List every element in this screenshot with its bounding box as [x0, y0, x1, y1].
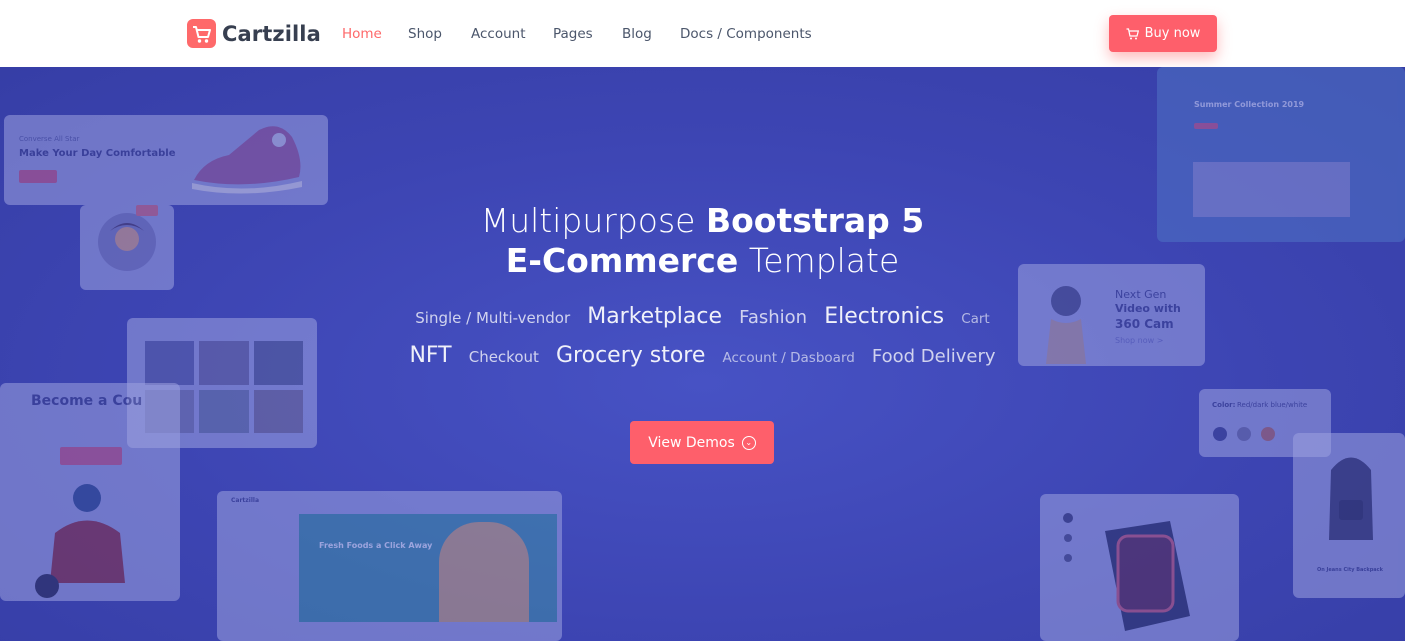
- brand-name: Cartzilla: [222, 21, 321, 46]
- nav-account[interactable]: Account: [471, 26, 526, 42]
- backpack-image: [1329, 457, 1373, 540]
- courier-title: Become a Cou: [31, 393, 143, 409]
- backpack-name: On Jeans City Backpack: [1317, 567, 1383, 573]
- buy-now-label: Buy now: [1144, 26, 1201, 41]
- brand-logo[interactable]: Cartzilla: [187, 19, 321, 48]
- tag-grocery-store[interactable]: Grocery store: [556, 343, 705, 368]
- grocery-mini-logo: Cartzilla: [231, 497, 259, 504]
- tag-account-dashboard[interactable]: Account / Dasboard: [723, 350, 855, 366]
- tag-electronics[interactable]: Electronics: [824, 304, 944, 329]
- color-label: Color:: [1212, 401, 1236, 409]
- courier-image: [35, 484, 125, 598]
- view-demos-label: View Demos: [648, 434, 735, 451]
- cart-logo-icon: [187, 19, 216, 48]
- view-demos-button[interactable]: View Demos ⌄: [630, 421, 774, 464]
- summer-title: Summer Collection 2019: [1194, 100, 1305, 109]
- grocery-headline: Fresh Foods a Click Away: [319, 541, 433, 550]
- preview-card-grocery: Cartzilla Fresh Foods a Click Away: [217, 491, 562, 641]
- nav-shop[interactable]: Shop: [408, 26, 442, 42]
- preview-card-shoes: Converse All Star Make Your Day Comforta…: [4, 115, 328, 205]
- nav-pages[interactable]: Pages: [553, 26, 593, 42]
- title-line1-light: Multipurpose: [480, 201, 706, 240]
- tag-food-delivery[interactable]: Food Delivery: [872, 346, 996, 367]
- title-line1-bold: Bootstrap 5: [705, 201, 925, 240]
- nav-home[interactable]: Home: [342, 26, 382, 42]
- comfort-title: Make Your Day Comfortable: [19, 148, 176, 159]
- hero-title-line-1: Multipurpose Bootstrap 5: [0, 201, 1405, 241]
- tag-single-multi-vendor[interactable]: Single / Multi-vendor: [415, 309, 570, 327]
- preview-card-courier: Become a Cou: [0, 383, 180, 601]
- preview-card-backpack: On Jeans City Backpack: [1293, 433, 1405, 598]
- swatch-2: [1237, 427, 1251, 441]
- nav-blog[interactable]: Blog: [622, 26, 652, 42]
- smartwatch-image: [1063, 513, 1190, 631]
- summer-button: [1194, 123, 1218, 129]
- color-value: Red/dark blue/white: [1237, 401, 1308, 409]
- title-line2-bold: E-Commerce: [505, 241, 739, 280]
- demo-tags-row-2: NFT Checkout Grocery store Account / Das…: [0, 343, 1405, 368]
- preview-card-watch: [1040, 494, 1239, 641]
- tag-nft[interactable]: NFT: [409, 343, 451, 368]
- cart-icon: [1126, 27, 1139, 39]
- courier-button: [60, 447, 122, 465]
- swatch-3: [1261, 427, 1275, 441]
- nav-docs-components[interactable]: Docs / Components: [680, 26, 812, 42]
- comfort-kicker: Converse All Star: [19, 135, 80, 143]
- tag-marketplace[interactable]: Marketplace: [587, 304, 722, 329]
- tag-cart[interactable]: Cart: [961, 311, 990, 327]
- tag-fashion[interactable]: Fashion: [739, 307, 807, 328]
- top-navbar: Cartzilla Home Shop Account Pages Blog D…: [0, 0, 1405, 67]
- buy-now-button[interactable]: Buy now: [1109, 15, 1217, 52]
- chevron-down-circle-icon: ⌄: [741, 435, 756, 450]
- grocery-banner: Fresh Foods a Click Away: [299, 514, 557, 622]
- comfort-shop-button: [19, 170, 57, 183]
- video-line-1: Next Gen: [1115, 288, 1167, 301]
- tag-checkout[interactable]: Checkout: [469, 348, 539, 366]
- hero-section: Converse All Star Make Your Day Comforta…: [0, 67, 1405, 641]
- hero-title-line-2: E-Commerce Template: [0, 241, 1405, 281]
- title-line2-light: Template: [738, 241, 900, 280]
- swatch-1: [1213, 427, 1227, 441]
- demo-tags-row-1: Single / Multi-vendor Marketplace Fashio…: [0, 304, 1405, 329]
- sneaker-image: [192, 126, 302, 194]
